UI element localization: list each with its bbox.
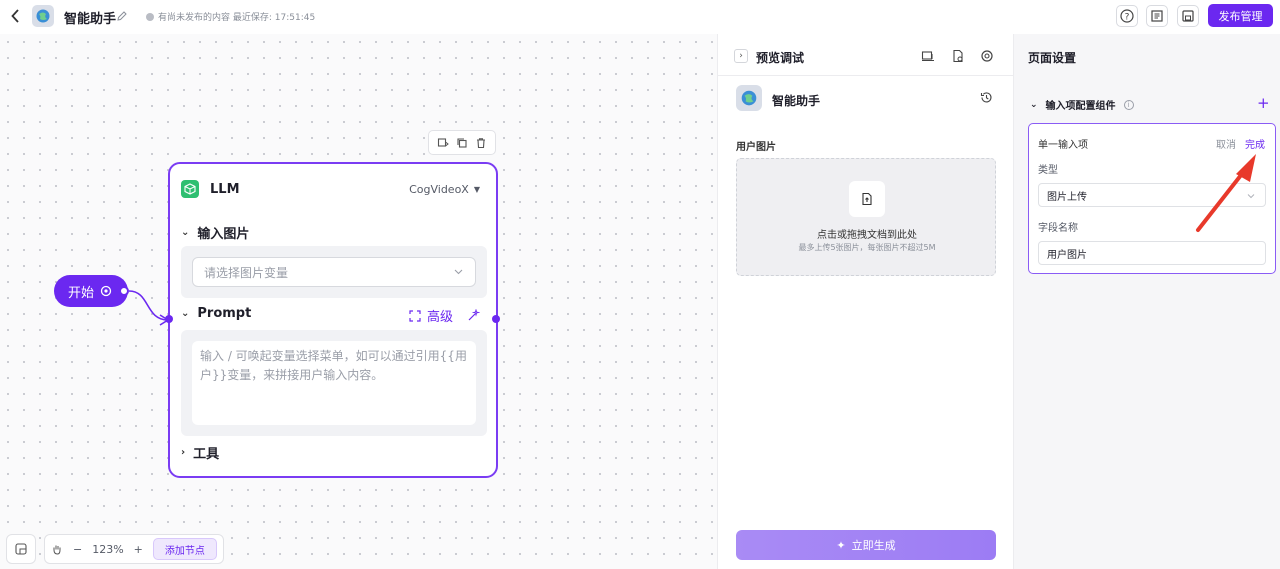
input-config-section[interactable]: ⌄ 输入项配置组件 i (1030, 97, 1134, 112)
device-icon[interactable] (921, 49, 935, 63)
chevron-down-icon: ⌄ (181, 227, 190, 238)
help-button[interactable]: ? (1116, 5, 1138, 27)
llm-cube-icon (181, 180, 199, 198)
field-name-input[interactable]: 用户图片 (1038, 241, 1266, 265)
zoom-in-icon[interactable]: + (134, 543, 143, 556)
settings-title: 页面设置 (1028, 51, 1077, 65)
field-name-label: 字段名称 (1038, 223, 1078, 234)
upload-main-text: 点击或拖拽文档到此处 (817, 230, 917, 241)
start-node[interactable]: 开始 (54, 275, 128, 307)
field-name-value: 用户图片 (1047, 249, 1087, 261)
tools-section-label: 工具 (193, 447, 220, 462)
advanced-button[interactable]: 高级 (409, 306, 480, 325)
start-output-port[interactable] (119, 286, 129, 296)
chevron-down-icon (454, 269, 463, 275)
type-select[interactable]: 图片上传 (1038, 183, 1266, 207)
chevron-down-icon: ⌄ (1030, 99, 1038, 110)
chevron-down-icon (1247, 194, 1255, 199)
llm-node[interactable]: LLM CogVideoX ▼ ⌄ 输入图片 请选择图片变量 ⌄ Prompt … (168, 162, 498, 478)
sparkle-icon: ✦ (836, 538, 846, 552)
document-icon (1151, 10, 1163, 22)
input-config-label: 输入项配置组件 (1045, 101, 1116, 112)
image-section-label: 输入图片 (197, 227, 250, 242)
start-node-label: 开始 (68, 285, 95, 301)
preview-title: 预览调试 (756, 51, 805, 65)
model-name: CogVideoX (409, 183, 469, 196)
llm-input-port[interactable] (165, 315, 173, 323)
prompt-section-label: Prompt (197, 306, 252, 321)
help-icon: ? (1120, 9, 1134, 23)
zoom-toolbar: − 123% + 添加节点 (6, 534, 224, 564)
image-select-placeholder: 请选择图片变量 (204, 265, 289, 280)
minimap-button[interactable] (6, 534, 36, 564)
zoom-out-icon[interactable]: − (73, 543, 82, 556)
run-node-icon[interactable] (437, 137, 449, 149)
info-icon[interactable]: i (1123, 99, 1134, 110)
image-variable-select[interactable]: 请选择图片变量 (192, 257, 476, 287)
chevron-right-icon: › (181, 447, 186, 458)
hand-icon[interactable] (51, 543, 63, 555)
history-icon[interactable] (980, 91, 993, 104)
type-value: 图片上传 (1047, 191, 1087, 203)
file-settings-icon[interactable] (951, 49, 965, 63)
preview-app-logo-icon (736, 85, 762, 111)
preview-panel: › 预览调试 智能助手 用户图片 点击或拖拽文档到此处 最多上传5张图片，每张图… (717, 34, 1014, 569)
image-section-box: 请选择图片变量 (181, 246, 487, 298)
gear-icon[interactable] (980, 49, 994, 63)
upload-field-label: 用户图片 (736, 142, 776, 153)
image-upload-zone[interactable]: 点击或拖拽文档到此处 最多上传5张图片，每张图片不超过5M (736, 158, 996, 276)
advanced-label: 高级 (426, 310, 453, 325)
minimap-icon (15, 543, 27, 555)
type-label: 类型 (1038, 165, 1058, 176)
preview-header: › 预览调试 (718, 34, 1014, 76)
caret-down-icon: ▼ (473, 185, 480, 194)
prompt-section-box: 输入 / 可唤起变量选择菜单，如可以通过引用{{用户}}变量，来拼接用户输入内容… (181, 330, 487, 436)
zoom-controls: − 123% + 添加节点 (44, 534, 224, 564)
cancel-button[interactable]: 取消 (1216, 136, 1236, 151)
save-button[interactable] (1177, 5, 1199, 27)
node-toolbar (428, 130, 496, 155)
delete-icon[interactable] (475, 137, 487, 149)
zoom-level: 123% (92, 542, 124, 556)
magic-wand-icon[interactable] (467, 309, 480, 322)
llm-output-port[interactable] (492, 315, 500, 323)
model-selector[interactable]: CogVideoX ▼ (409, 183, 480, 196)
svg-text:?: ? (1125, 13, 1130, 23)
copy-icon[interactable] (456, 137, 468, 149)
page-settings-panel: 页面设置 ⌄ 输入项配置组件 i + 单一输入项 取消 完成 类型 图片上传 字… (1014, 34, 1280, 569)
add-input-icon[interactable]: + (1257, 94, 1270, 112)
done-button[interactable]: 完成 (1245, 136, 1265, 151)
generate-label: 立即生成 (851, 539, 896, 552)
upload-limit-text: 最多上传5张图片，每张图片不超过5M (798, 243, 936, 252)
input-item-title: 单一输入项 (1038, 140, 1088, 151)
prompt-section-header[interactable]: ⌄ Prompt (181, 306, 251, 321)
expand-icon (409, 309, 421, 322)
add-node-button[interactable]: 添加节点 (152, 538, 217, 560)
input-item-card: 单一输入项 取消 完成 类型 图片上传 字段名称 用户图片 (1028, 123, 1276, 274)
document-button[interactable] (1146, 5, 1168, 27)
prompt-input[interactable]: 输入 / 可唤起变量选择菜单，如可以通过引用{{用户}}变量，来拼接用户输入内容… (192, 341, 476, 425)
tools-section-header[interactable]: › 工具 (181, 443, 219, 462)
settings-icon (100, 285, 112, 297)
image-section-header[interactable]: ⌄ 输入图片 (181, 223, 249, 242)
publish-manage-button[interactable]: 发布管理 (1208, 4, 1273, 27)
expand-panel-icon[interactable]: › (734, 49, 748, 63)
preview-app-name: 智能助手 (772, 94, 821, 108)
llm-node-title: LLM (210, 182, 240, 197)
chevron-down-icon: ⌄ (181, 308, 190, 319)
save-icon (1182, 10, 1194, 22)
generate-button[interactable]: ✦ 立即生成 (736, 530, 996, 560)
upload-icon (849, 181, 885, 217)
